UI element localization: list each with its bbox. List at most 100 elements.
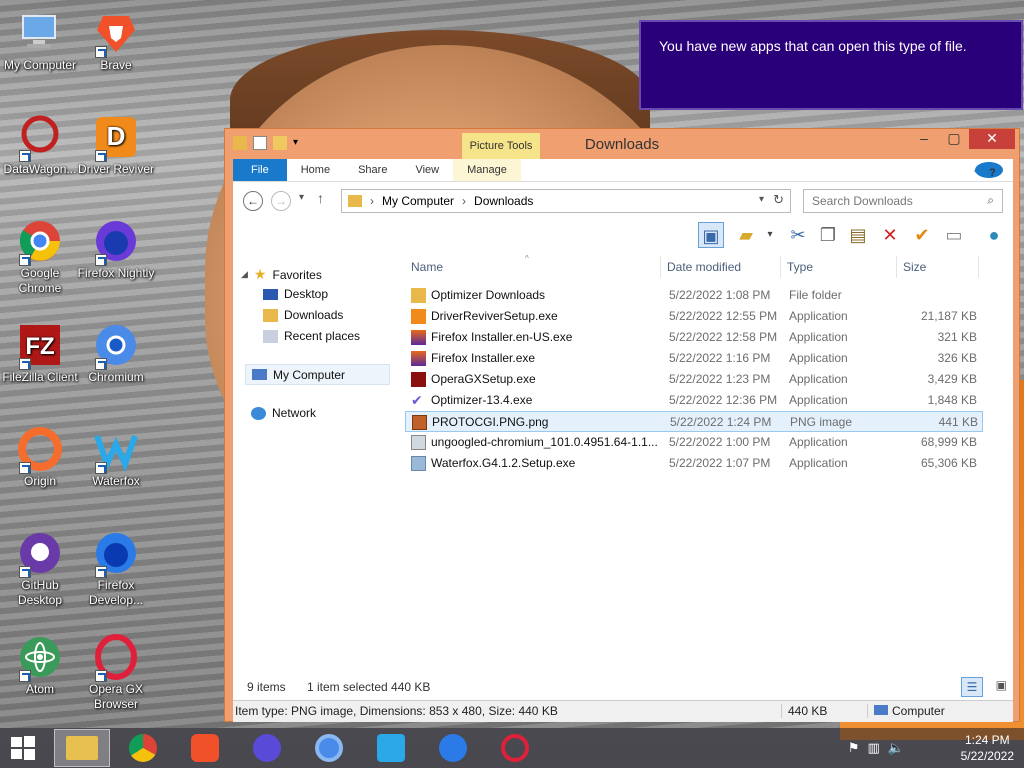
file-row[interactable]: Firefox Installer.exe 5/22/2022 1:16 PM …: [405, 348, 983, 369]
tab-file[interactable]: File: [233, 159, 287, 181]
file-row[interactable]: Firefox Installer.en-US.exe 5/22/2022 12…: [405, 327, 983, 348]
file-row[interactable]: Optimizer Downloads 5/22/2022 1:08 PM Fi…: [405, 285, 983, 306]
minimize-button[interactable]: –: [909, 129, 939, 149]
desktop-icon-datawagon[interactable]: DataWagon...: [0, 114, 80, 177]
clock[interactable]: 1:24 PM 5/22/2022: [961, 732, 1014, 764]
opera-gx-icon: [501, 734, 529, 762]
details-view-icon[interactable]: ☰: [961, 677, 983, 697]
address-bar[interactable]: › My Computer › Downloads ▾ ↻: [341, 189, 791, 213]
nav-my-computer[interactable]: My Computer: [245, 364, 390, 385]
opera-gx-icon: [93, 634, 139, 682]
taskbar-opera-gx[interactable]: [494, 732, 536, 764]
close-button[interactable]: ✕: [969, 129, 1015, 149]
desktop-icon-google-chrome[interactable]: Google Chrome: [0, 218, 80, 296]
rename-icon[interactable]: ▭: [941, 222, 967, 248]
back-button[interactable]: ←: [243, 191, 263, 211]
address-dropdown-icon[interactable]: ▾: [759, 194, 764, 205]
github-icon: [17, 530, 63, 578]
search-icon[interactable]: ⌕: [987, 193, 994, 208]
chrome-icon: [17, 218, 63, 266]
desktop-icon-brave[interactable]: Brave: [76, 10, 156, 73]
maximize-button[interactable]: ▢: [939, 129, 969, 149]
recent-locations-icon[interactable]: ▾: [299, 192, 304, 203]
help-icon[interactable]: ?: [975, 162, 1003, 179]
nav-favorites[interactable]: ◢ ★ Favorites: [241, 266, 322, 283]
taskbar-firefox-developer[interactable]: [432, 732, 474, 764]
opera-gx-setup-icon: [411, 372, 426, 387]
desktop-icon-filezilla[interactable]: FZ FileZilla Client: [0, 322, 80, 385]
nav-recent-places[interactable]: Recent places: [263, 329, 360, 343]
flag-icon[interactable]: ⚑: [848, 740, 860, 756]
taskbar-firefox-nightly[interactable]: [246, 732, 288, 764]
desktop-icon-driver-reviver[interactable]: D Driver Reviver: [76, 114, 156, 177]
network-icon[interactable]: ▥: [868, 740, 880, 756]
file-row[interactable]: OperaGXSetup.exe 5/22/2022 1:23 PM Appli…: [405, 369, 983, 390]
preview-pane-icon[interactable]: ▣: [698, 222, 724, 248]
forward-button[interactable]: →: [271, 191, 291, 211]
waterfox-setup-icon: [411, 456, 426, 471]
refresh-icon[interactable]: ↻: [773, 192, 784, 208]
breadcrumb-my-computer[interactable]: My Computer: [382, 194, 454, 208]
window-title: Downloads: [584, 136, 660, 153]
desktop-icon-opera-gx[interactable]: Opera GX Browser: [76, 634, 156, 712]
desktop-icon-waterfox[interactable]: Waterfox: [76, 426, 156, 489]
search-input[interactable]: Search Downloads ⌕: [803, 189, 1003, 213]
nav-network[interactable]: Network: [251, 406, 316, 420]
desktop-icon-firefox-developer[interactable]: Firefox Develop...: [76, 530, 156, 608]
taskbar-waterfox[interactable]: [370, 732, 412, 764]
taskbar-chromium[interactable]: [308, 732, 350, 764]
desktop-icon-atom[interactable]: Atom: [0, 634, 80, 697]
column-header-type[interactable]: Type: [781, 256, 897, 278]
column-header-date[interactable]: Date modified: [661, 256, 781, 278]
breadcrumb-downloads[interactable]: Downloads: [474, 194, 533, 208]
notification-toast[interactable]: You have new apps that can open this typ…: [639, 20, 1023, 110]
nav-desktop[interactable]: Desktop: [263, 287, 328, 301]
taskbar-chrome[interactable]: [122, 732, 164, 764]
desktop-icon-github-desktop[interactable]: GitHub Desktop: [0, 530, 80, 608]
folder-icon: [348, 195, 362, 207]
checkmark-icon[interactable]: ✔: [909, 222, 935, 248]
item-type-info: Item type: PNG image, Dimensions: 853 x …: [235, 704, 558, 718]
tab-home[interactable]: Home: [287, 159, 344, 181]
file-row-selected[interactable]: PROTOCGI.PNG.png 5/22/2022 1:24 PM PNG i…: [405, 411, 983, 432]
desktop-icon-firefox-nightly[interactable]: Firefox Nightly: [76, 218, 156, 281]
details-location: Computer: [867, 704, 945, 718]
title-bar[interactable]: ▾ Picture Tools Downloads – ▢ ✕: [225, 129, 1019, 159]
firefox-installer-icon: [411, 330, 426, 345]
up-arrow-icon[interactable]: ↑: [317, 190, 324, 206]
start-button[interactable]: [2, 732, 44, 764]
tab-manage[interactable]: Manage: [453, 159, 521, 181]
new-folder-icon[interactable]: ▰: [733, 222, 759, 248]
taskbar-brave[interactable]: [184, 732, 226, 764]
file-row[interactable]: ungoogled-chromium_101.0.4951.64-1.1... …: [405, 432, 983, 453]
taskbar-file-explorer[interactable]: [54, 729, 110, 767]
desktop-icon-origin[interactable]: Origin: [0, 426, 80, 489]
cut-icon[interactable]: ✂: [785, 222, 811, 248]
chevron-down-icon[interactable]: ▾: [757, 222, 783, 248]
nav-downloads[interactable]: Downloads: [263, 308, 343, 322]
shell-icon[interactable]: ●: [981, 222, 1007, 248]
paste-icon[interactable]: ▤: [845, 222, 871, 248]
waterfox-icon: [93, 426, 139, 474]
desktop-icon-my-computer[interactable]: My Computer: [0, 10, 80, 73]
file-row[interactable]: DriverReviverSetup.exe 5/22/2022 12:55 P…: [405, 306, 983, 327]
large-icons-view-icon[interactable]: ▣: [996, 678, 1007, 692]
ribbon-tabs: File Home Share View Manage ⌄ ?: [233, 159, 1013, 182]
atom-icon: [17, 634, 63, 682]
tab-share[interactable]: Share: [344, 159, 401, 181]
copy-icon[interactable]: ❐: [815, 222, 841, 248]
desktop-icon-chromium[interactable]: Chromium: [76, 322, 156, 385]
tab-view[interactable]: View: [401, 159, 453, 181]
volume-muted-icon[interactable]: 🔈: [888, 740, 904, 756]
window-controls: – ▢ ✕: [909, 129, 1015, 149]
column-header-name[interactable]: Name: [405, 256, 661, 278]
expand-arrow-icon[interactable]: ◢: [241, 269, 248, 280]
explorer-window[interactable]: ▾ Picture Tools Downloads – ▢ ✕ File Hom…: [224, 128, 1020, 722]
delete-icon[interactable]: ✕: [877, 222, 903, 248]
brave-icon: [93, 10, 139, 58]
column-header-size[interactable]: Size: [897, 256, 979, 278]
file-row[interactable]: Waterfox.G4.1.2.Setup.exe 5/22/2022 1:07…: [405, 453, 983, 474]
file-row[interactable]: ✔ Optimizer-13.4.exe 5/22/2022 12:36 PM …: [405, 390, 983, 411]
selection-info: 1 item selected 440 KB: [307, 680, 431, 694]
computer-icon: [252, 369, 267, 380]
